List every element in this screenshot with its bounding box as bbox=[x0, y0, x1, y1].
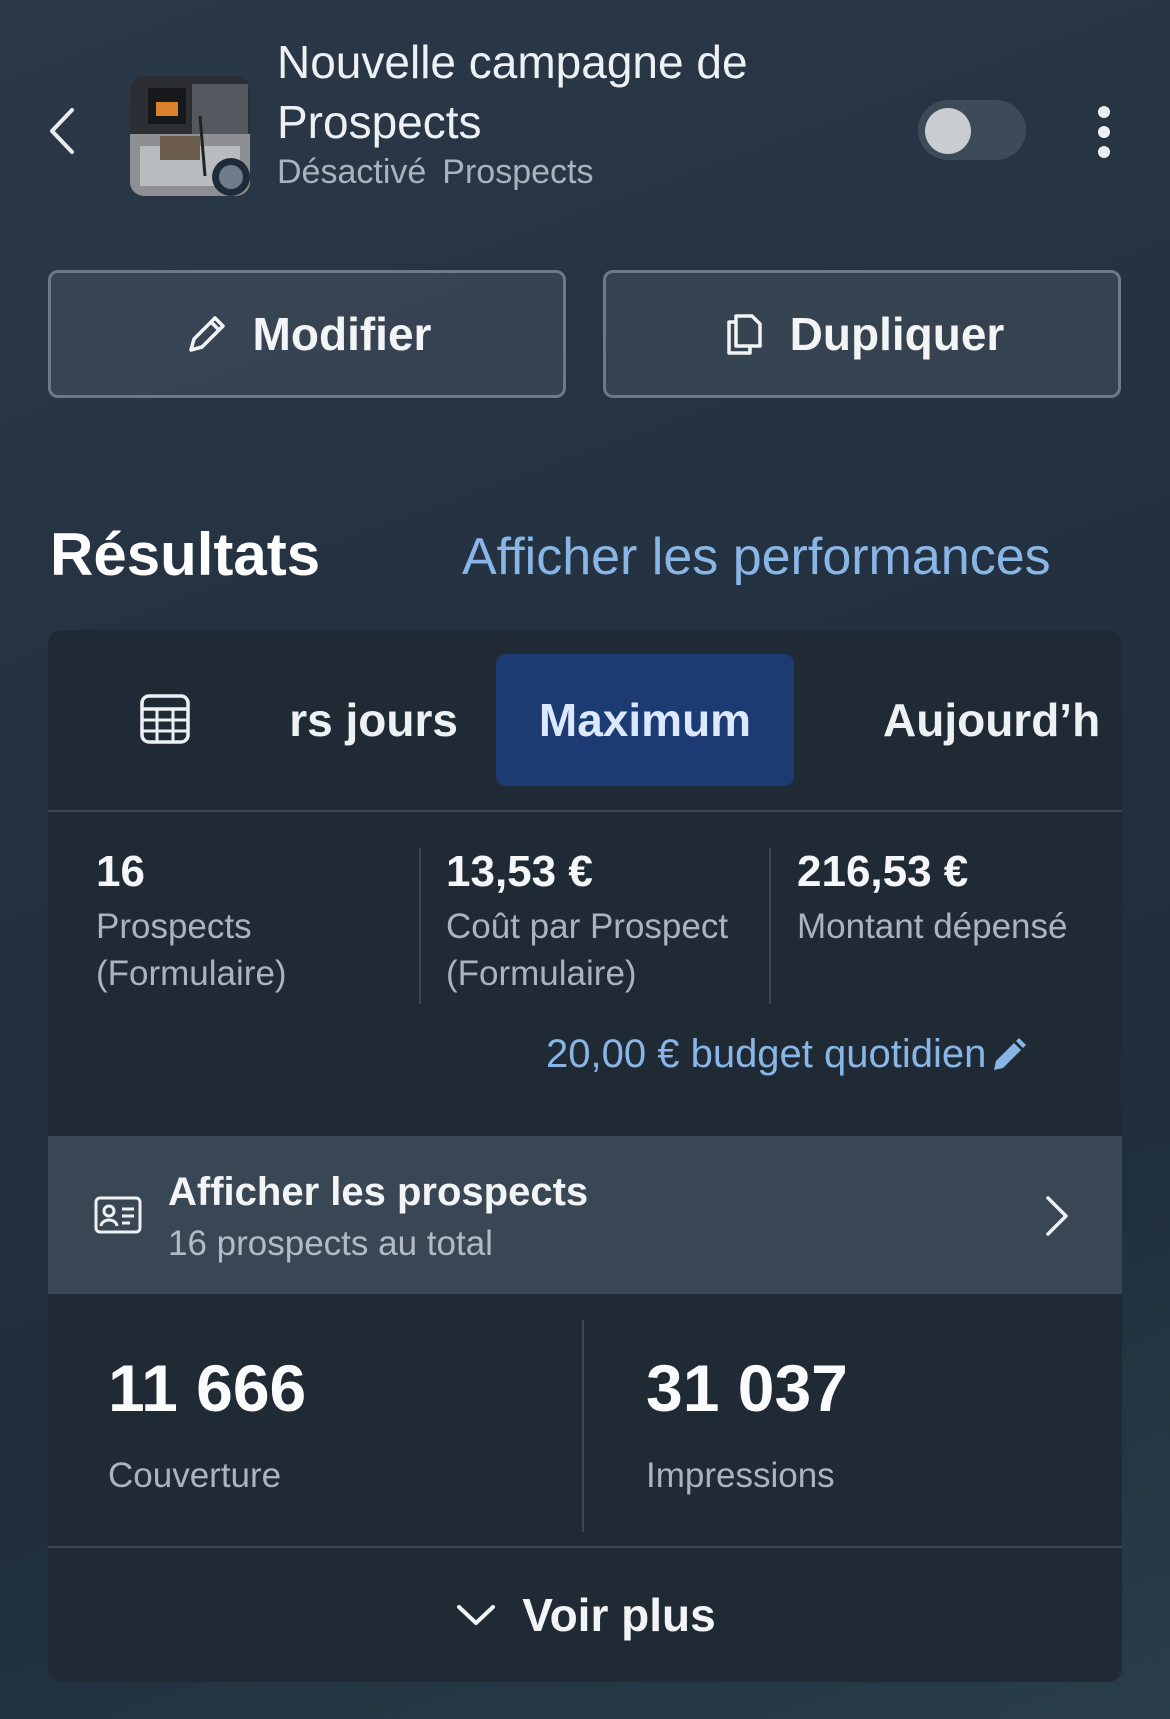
view-leads-subtitle: 16 prospects au total bbox=[168, 1224, 493, 1263]
metric-amount-spent: 216,53 € Montant dépensé bbox=[797, 845, 1122, 950]
daily-budget-text: 20,00 € budget quotidien bbox=[546, 1032, 987, 1076]
date-range-tabs: rs jours Maximum Aujourd’h bbox=[48, 630, 1122, 810]
campaign-title: Nouvelle campagne de Prospects bbox=[277, 36, 748, 148]
view-performance-link[interactable]: Afficher les performances bbox=[462, 527, 1051, 587]
contact-card-icon bbox=[94, 1196, 142, 1234]
results-card: rs jours Maximum Aujourd’h 16 Prospects … bbox=[48, 630, 1122, 1682]
chevron-down-icon bbox=[457, 1605, 496, 1625]
results-title: Résultats bbox=[50, 521, 321, 588]
divider bbox=[48, 810, 1122, 812]
campaign-objective: Prospects bbox=[442, 153, 594, 191]
see-more-button[interactable]: Voir plus bbox=[48, 1548, 1122, 1682]
campaign-subtitle: Désactivé Prospects bbox=[277, 153, 593, 192]
metric-spent-value: 216,53 € bbox=[797, 847, 969, 896]
calendar-table-icon[interactable] bbox=[138, 692, 192, 746]
toggle-knob bbox=[925, 108, 971, 154]
impressions-value: 31 037 bbox=[646, 1351, 848, 1425]
pencil-filled-icon bbox=[994, 1037, 1027, 1070]
duplicate-button[interactable]: Dupliquer bbox=[603, 270, 1121, 398]
pencil-icon bbox=[188, 316, 225, 352]
divider bbox=[582, 1320, 584, 1532]
tab-last-days[interactable]: rs jours bbox=[228, 654, 458, 786]
daily-budget-link[interactable]: 20,00 € budget quotidien bbox=[546, 1032, 1028, 1077]
metric-leads-label: Prospects (Formulaire) bbox=[96, 907, 287, 993]
divider bbox=[419, 848, 421, 1004]
back-arrow-icon[interactable] bbox=[44, 106, 84, 156]
reach-label: Couverture bbox=[108, 1456, 282, 1495]
duplicate-button-label: Dupliquer bbox=[789, 308, 1005, 360]
impressions-label: Impressions bbox=[646, 1456, 835, 1495]
tab-maximum[interactable]: Maximum bbox=[496, 654, 794, 786]
metric-spent-label: Montant dépensé bbox=[797, 907, 1068, 946]
edit-button[interactable]: Modifier bbox=[48, 270, 566, 398]
tab-today[interactable]: Aujourd’h bbox=[883, 654, 1122, 786]
metric-cost-per-lead: 13,53 € Coût par Prospect (Formulaire) bbox=[446, 845, 776, 997]
metric-cost-label: Coût par Prospect (Formulaire) bbox=[446, 907, 729, 993]
more-options-icon[interactable] bbox=[1090, 104, 1118, 160]
campaign-status: Désactivé bbox=[277, 153, 427, 191]
metric-leads: 16 Prospects (Formulaire) bbox=[96, 845, 426, 997]
edit-button-label: Modifier bbox=[252, 308, 432, 360]
view-leads-row[interactable]: Afficher les prospects 16 prospects au t… bbox=[48, 1136, 1122, 1294]
status-dot-inner bbox=[219, 165, 243, 189]
view-leads-title: Afficher les prospects bbox=[168, 1170, 589, 1214]
divider bbox=[769, 848, 771, 1004]
metric-leads-value: 16 bbox=[96, 847, 145, 896]
see-more-label: Voir plus bbox=[522, 1589, 716, 1641]
reach-value: 11 666 bbox=[108, 1351, 307, 1425]
metric-cost-value: 13,53 € bbox=[446, 847, 593, 896]
copy-icon bbox=[726, 314, 762, 355]
chevron-right-icon bbox=[1046, 1196, 1068, 1236]
